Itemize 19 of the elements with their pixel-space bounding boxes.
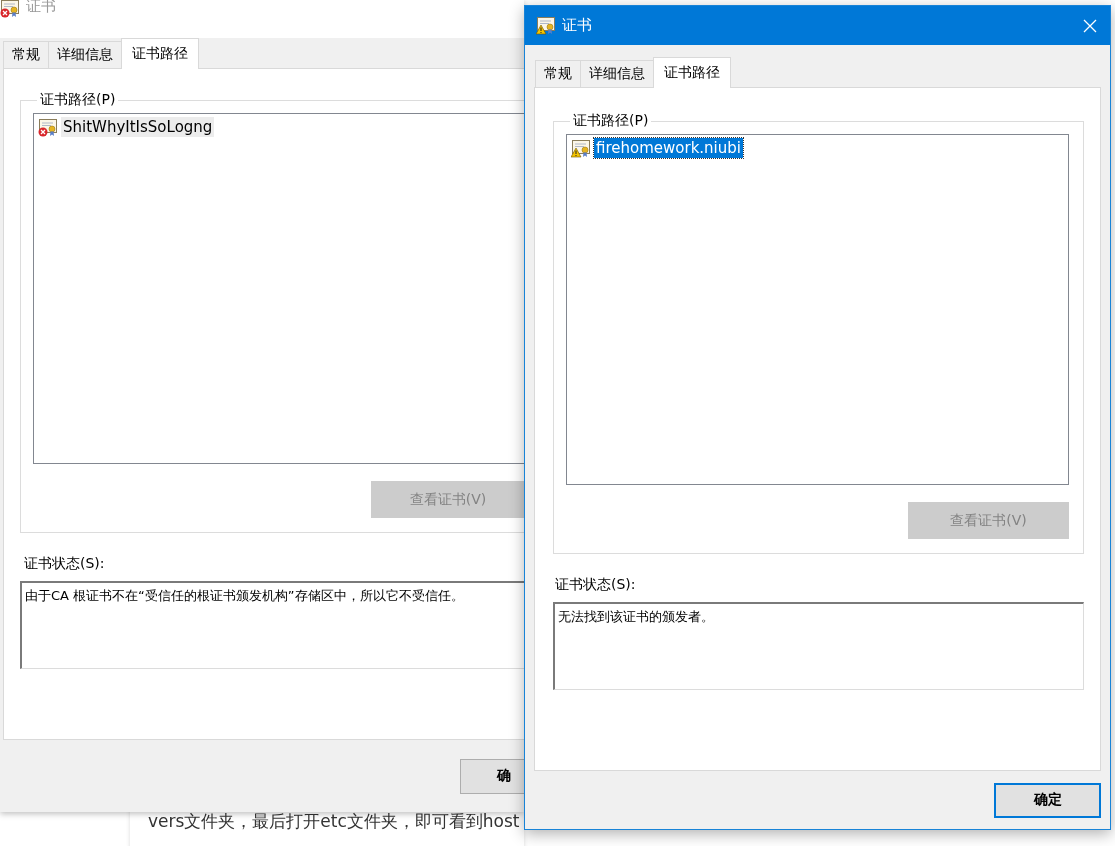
- ok-button[interactable]: 确: [460, 758, 524, 794]
- group-label: 证书路径(P): [572, 112, 650, 130]
- status-label: 证书状态(S):: [24, 555, 106, 573]
- tab[interactable]: 证书路径: [653, 57, 731, 88]
- status-text-box: 无法找到该证书的颁发者。: [553, 602, 1084, 690]
- list-item[interactable]: firehomework.niubi: [594, 138, 743, 158]
- tab[interactable]: 常规: [3, 41, 49, 68]
- list-item[interactable]: ShitWhyItIsSoLogng: [61, 117, 215, 137]
- status-label: 证书状态(S):: [555, 576, 637, 594]
- article-text: vers文件夹，最后打开etc文件夹，即可看到host: [148, 810, 520, 833]
- window-title: 证书: [562, 16, 592, 35]
- list-box[interactable]: firehomework.niubi: [566, 134, 1069, 485]
- list-box[interactable]: ShitWhyItIsSoLogng: [33, 113, 524, 464]
- tab[interactable]: 常规: [535, 60, 581, 87]
- group-label: 证书路径(P): [39, 91, 117, 109]
- ok-button[interactable]: 确定: [994, 782, 1101, 818]
- status-text-box: 由于CA 根证书不在“受信任的根证书颁发机构”存储区中，所以它不受信任。: [20, 581, 524, 669]
- close-icon[interactable]: [1083, 18, 1097, 33]
- tab[interactable]: 证书路径: [121, 38, 199, 69]
